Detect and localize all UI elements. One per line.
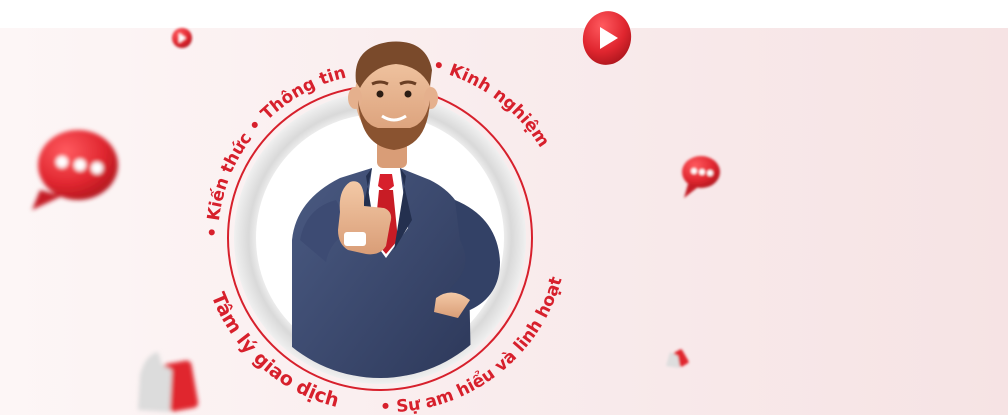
promo-banner: • Kiến thức • Thông tin • Kinh nghiệm Tâ… xyxy=(0,0,1008,415)
banner-graphic: • Kiến thức • Thông tin • Kinh nghiệm Tâ… xyxy=(0,0,1008,415)
small-play-icon xyxy=(172,28,192,48)
